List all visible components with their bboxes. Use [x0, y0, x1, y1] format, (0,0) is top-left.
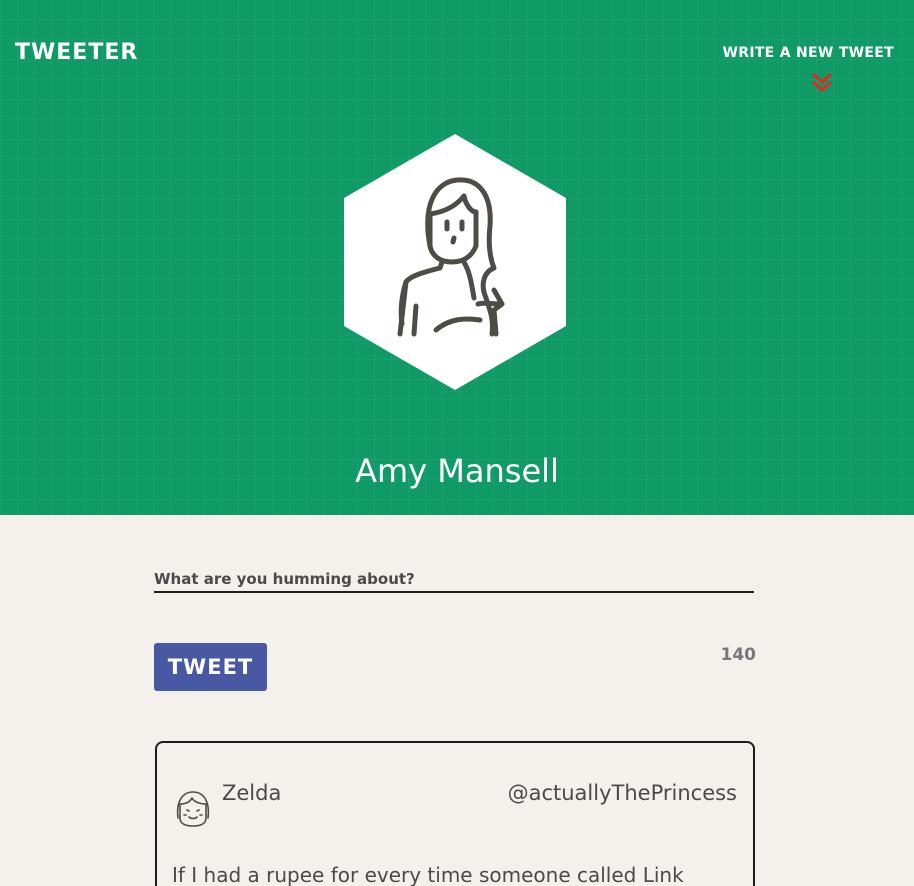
tweet-author-handle: @actuallyThePrincess — [507, 781, 737, 805]
character-counter: 140 — [720, 645, 757, 665]
tweet-card: Zelda @actuallyThePrincess If I had a ru… — [155, 741, 755, 886]
brand-logo[interactable]: TWEETER — [15, 40, 138, 65]
girl-avatar-icon — [176, 791, 210, 827]
user-name: Amy Mansell — [355, 452, 559, 490]
profile-avatar — [344, 134, 566, 390]
tweet-text: If I had a rupee for every time someone … — [172, 863, 684, 886]
write-new-tweet-link[interactable]: WRITE A NEW TWEET — [723, 45, 895, 61]
tweet-button[interactable]: TWEET — [154, 643, 267, 691]
tweet-input-label: What are you humming about? — [154, 570, 415, 588]
double-chevron-down-icon[interactable] — [810, 72, 834, 94]
tweet-author-name: Zelda — [222, 781, 282, 805]
profile-header: TWEETER WRITE A NEW TWEET Amy Mansell — [0, 0, 914, 515]
